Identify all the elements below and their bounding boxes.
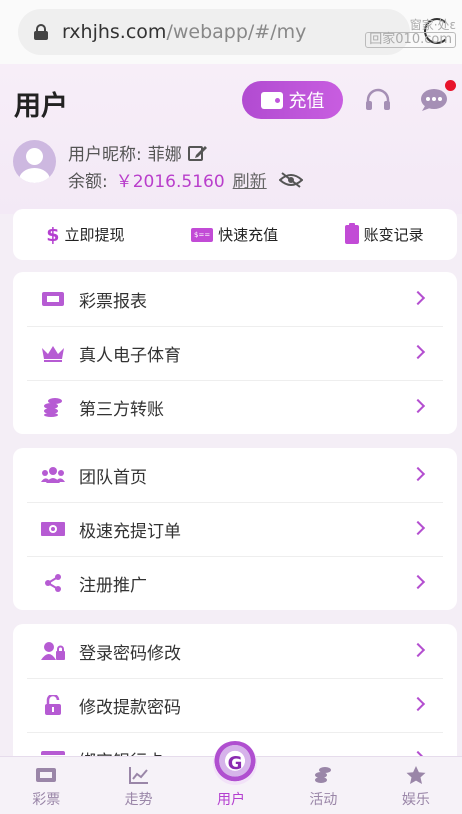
page-title: 用户: [14, 91, 68, 122]
menu-label: 极速充提订单: [79, 521, 181, 542]
watermark-line2: 回家010.com: [365, 32, 456, 48]
ticket-icon: [35, 765, 57, 785]
nav-tab-activity[interactable]: 活动: [277, 757, 369, 814]
nav-label: 彩票: [32, 792, 61, 808]
withdraw-label: 立即提现: [64, 226, 125, 244]
menu-label: 注册推广: [79, 575, 147, 596]
menu-item-fast-orders[interactable]: 极速充提订单: [13, 502, 457, 556]
quick-recharge-button[interactable]: $== 快速充值: [191, 224, 278, 245]
watermark: 窗家·处ɛ 回家010.com: [365, 18, 456, 48]
ticket-icon: [41, 289, 65, 309]
bank-card-icon: [41, 749, 65, 756]
chevron-right-icon: [410, 520, 426, 536]
quick-actions-card: $ 立即提现 $== 快速充值 账变记录: [13, 209, 457, 260]
chevron-right-icon: [410, 290, 426, 306]
chevron-right-icon: [410, 642, 426, 658]
menu-item-third-party-transfer[interactable]: 第三方转账: [13, 380, 457, 434]
nav-tab-trend[interactable]: 走势: [92, 757, 184, 814]
menu-group-reports: 彩票报表 真人电子体育 第三方转账: [13, 272, 457, 434]
nav-label: 走势: [124, 792, 153, 808]
menu-label: 团队首页: [79, 467, 147, 488]
menu-label: 绑定银行卡: [79, 747, 164, 757]
wallet-icon: [260, 91, 283, 109]
menu-item-login-password[interactable]: 登录密码修改: [13, 624, 457, 678]
menu-label: 彩票报表: [79, 291, 147, 312]
crown-icon: [41, 343, 65, 363]
unlock-icon: [41, 695, 65, 715]
cash-icon: [41, 519, 65, 539]
coins-icon: [312, 765, 334, 785]
balance-value: ￥2016.5160: [115, 172, 225, 192]
team-icon: [41, 465, 65, 485]
chevron-right-icon: [410, 344, 426, 360]
url-host: rxhjhs.com: [62, 21, 167, 43]
menu-group-security: 登录密码修改 修改提款密码 绑定银行卡: [13, 624, 457, 756]
address-field[interactable]: rxhjhs.com/webapp/#/my: [18, 9, 410, 55]
notification-dot: [445, 80, 456, 91]
user-header: 用户 充值 用户昵称: 菲娜 余额: ￥2016.5160 刷新: [0, 64, 462, 214]
menu-item-live-sports[interactable]: 真人电子体育: [13, 326, 457, 380]
avatar[interactable]: [13, 140, 56, 183]
nickname-label: 用户昵称:: [68, 145, 142, 165]
card-icon: $==: [191, 227, 214, 242]
menu-item-referral[interactable]: 注册推广: [13, 556, 457, 610]
quick-recharge-label: 快速充值: [218, 226, 279, 244]
lock-icon: [34, 24, 48, 40]
balance-row: 余额: ￥2016.5160 刷新: [68, 167, 303, 192]
nickname-row: 用户昵称: 菲娜: [68, 140, 208, 165]
recharge-label: 充值: [288, 91, 325, 112]
user-lock-icon: [41, 641, 65, 661]
recharge-button[interactable]: 充值: [242, 81, 343, 119]
browser-url-bar: rxhjhs.com/webapp/#/my 窗家·处ɛ 回家010.com: [0, 0, 462, 64]
menu-item-team-home[interactable]: 团队首页: [13, 448, 457, 502]
trend-icon: [128, 765, 150, 785]
headset-icon[interactable]: [365, 88, 391, 112]
menu-label: 登录密码修改: [79, 643, 181, 664]
eye-slash-icon[interactable]: [278, 171, 303, 188]
menu-group-team: 团队首页 极速充提订单 注册推广: [13, 448, 457, 610]
menu-item-lottery-report[interactable]: 彩票报表: [13, 272, 457, 326]
edit-icon[interactable]: [187, 144, 208, 162]
chevron-right-icon: [410, 398, 426, 414]
menu-label: 修改提款密码: [79, 697, 181, 718]
nav-tab-lottery[interactable]: 彩票: [0, 757, 92, 814]
clipboard-icon: [344, 223, 359, 244]
balance-label: 余额:: [68, 172, 108, 192]
refresh-link[interactable]: 刷新: [233, 167, 267, 192]
logo-icon[interactable]: G: [213, 741, 257, 785]
withdraw-button[interactable]: $ 立即提现: [46, 224, 124, 246]
share-icon: [41, 573, 65, 593]
coins-icon: [41, 397, 65, 417]
menu-item-withdraw-password[interactable]: 修改提款密码: [13, 678, 457, 732]
menu-label: 第三方转账: [79, 399, 164, 420]
chevron-right-icon: [410, 574, 426, 590]
watermark-line1: 窗家·处ɛ: [409, 18, 456, 32]
nav-label: 用户: [217, 792, 246, 808]
chevron-right-icon: [410, 466, 426, 482]
chat-icon[interactable]: [420, 88, 448, 112]
chevron-right-icon: [410, 696, 426, 712]
star-icon: [405, 765, 427, 785]
nickname-value: 菲娜: [147, 145, 182, 165]
menu-label: 真人电子体育: [79, 345, 181, 366]
transactions-button[interactable]: 账变记录: [344, 223, 424, 245]
transactions-label: 账变记录: [363, 226, 424, 244]
nav-label: 活动: [309, 792, 338, 808]
dollar-icon: $: [46, 223, 60, 246]
nav-tab-entertainment[interactable]: 娱乐: [370, 757, 462, 814]
url-path: /webapp/#/my: [166, 21, 307, 43]
nav-label: 娱乐: [401, 792, 430, 808]
